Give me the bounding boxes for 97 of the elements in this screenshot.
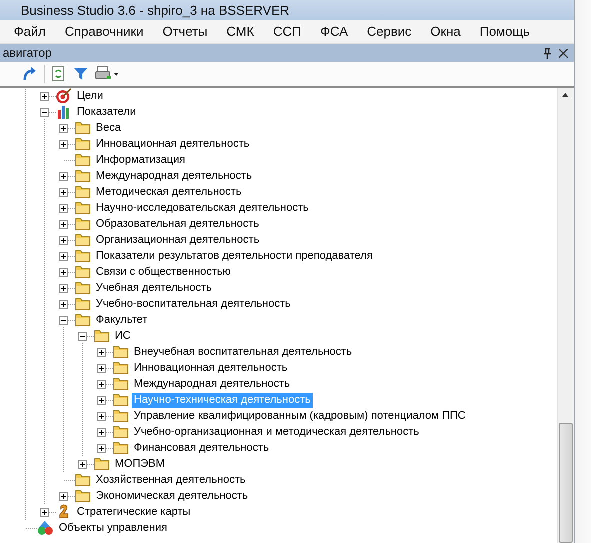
folder-icon — [113, 377, 129, 391]
folder-icon — [75, 297, 91, 311]
tree-item[interactable]: Учебно-воспитательная деятельность — [94, 296, 293, 312]
folder-icon — [75, 281, 91, 295]
collapse-icon[interactable] — [59, 316, 68, 324]
menu-item[interactable]: СМК — [216, 22, 264, 41]
folder-icon — [113, 393, 129, 407]
folder-icon — [75, 313, 91, 327]
expand-icon[interactable] — [59, 140, 68, 148]
expand-icon[interactable] — [97, 348, 106, 356]
expand-icon[interactable] — [59, 220, 68, 228]
folder-icon — [75, 137, 91, 151]
scroll-thumb[interactable] — [559, 423, 573, 543]
folder-icon — [94, 457, 110, 471]
tree-item[interactable]: МОПЭВМ — [113, 456, 168, 472]
tree-item[interactable]: Финансовая деятельность — [132, 440, 272, 456]
tree-item[interactable]: Международная деятельность — [94, 168, 254, 184]
tree-item[interactable]: Организационная деятельность — [94, 232, 262, 248]
tree-item[interactable]: Управление квалифицированным (кадровым) потенциалом ППС — [132, 408, 468, 424]
expand-icon[interactable] — [78, 460, 87, 468]
expand-icon[interactable] — [59, 172, 68, 180]
menu-item[interactable]: ССП — [263, 22, 310, 41]
expand-icon[interactable] — [97, 396, 106, 404]
tree-item[interactable]: Веса — [94, 120, 124, 136]
window-title: Business Studio 3.6 - shpiro_3 на BSSERVER — [21, 2, 290, 18]
folder-icon — [75, 185, 91, 199]
folder-icon — [113, 425, 129, 439]
tree-item[interactable]: Образовательная деятельность — [94, 216, 262, 232]
expand-icon[interactable] — [40, 508, 49, 516]
expand-icon[interactable] — [97, 412, 106, 420]
tree-item[interactable]: Экономическая деятельность — [94, 488, 250, 504]
folder-icon — [75, 265, 91, 279]
tree-item[interactable]: Информатизация — [94, 152, 188, 168]
menu-item[interactable]: Сервис — [357, 22, 421, 41]
scrollbar[interactable] — [557, 88, 574, 543]
folder-icon — [75, 153, 91, 167]
menu-item[interactable]: ФСА — [310, 22, 358, 41]
folder-icon — [113, 345, 129, 359]
menu-item[interactable]: Отчеты — [152, 22, 217, 41]
expand-icon[interactable] — [59, 204, 68, 212]
filter-icon[interactable] — [73, 66, 89, 82]
expand-icon[interactable] — [59, 492, 68, 500]
tree-item[interactable]: Учебно-организационная и методическая деятельность — [132, 424, 422, 440]
collapse-icon[interactable] — [40, 108, 49, 116]
expand-icon[interactable] — [97, 380, 106, 388]
tree-item[interactable]: Связи с общественностью — [94, 264, 234, 280]
expand-icon[interactable] — [97, 364, 106, 372]
close-icon[interactable] — [559, 48, 568, 58]
menu-item[interactable]: Справочники — [54, 22, 153, 41]
expand-icon[interactable] — [59, 124, 68, 132]
tree-item[interactable]: Методическая деятельность — [94, 184, 244, 200]
menu-item[interactable]: Окна — [420, 22, 470, 41]
expand-icon[interactable] — [59, 236, 68, 244]
collapse-icon[interactable] — [78, 332, 87, 340]
tree-item[interactable]: Внеучебная воспитательная деятельность — [132, 344, 354, 360]
tree-item[interactable]: Научно-исследовательская деятельность — [94, 200, 311, 216]
panel-title: авигатор — [3, 46, 52, 60]
expand-icon[interactable] — [40, 92, 49, 100]
expand-icon[interactable] — [59, 268, 68, 276]
folder-icon — [75, 169, 91, 183]
folder-icon — [113, 361, 129, 375]
shapes-icon — [37, 520, 54, 536]
tree-item[interactable]: Стратегические карты — [75, 504, 193, 520]
menu-item[interactable]: Файл — [4, 22, 55, 41]
expand-icon[interactable] — [97, 428, 106, 436]
expand-icon[interactable] — [59, 300, 68, 308]
folder-icon — [75, 233, 91, 247]
folder-icon — [94, 329, 110, 343]
tree-item[interactable]: Факультет — [94, 312, 150, 328]
expand-icon[interactable] — [59, 284, 68, 292]
refresh-icon[interactable] — [51, 66, 67, 82]
tree-item[interactable]: Объекты управления — [57, 520, 170, 536]
tree-item[interactable]: Показатели результатов деятельности преподавателя — [94, 248, 375, 264]
tree-item[interactable]: Показатели — [75, 104, 138, 120]
tree-item[interactable]: ИС — [113, 328, 133, 344]
folder-icon — [75, 217, 91, 231]
tree-item[interactable]: Инновационная деятельность — [132, 360, 290, 376]
tree-item[interactable]: Учебная деятельность — [94, 280, 214, 296]
printer-icon[interactable] — [95, 66, 121, 82]
folder-icon — [75, 489, 91, 503]
tree-item[interactable]: Международная деятельность — [132, 376, 292, 392]
folder-icon — [113, 409, 129, 423]
tree-item[interactable]: Цели — [75, 88, 106, 104]
folder-icon — [75, 201, 91, 215]
tree-item[interactable]: Инновационная деятельность — [94, 136, 252, 152]
folder-icon — [75, 121, 91, 135]
folder-icon — [75, 249, 91, 263]
menu-item[interactable]: Помощь — [470, 22, 540, 41]
tree-item[interactable]: Хозяйственная деятельность — [94, 472, 248, 488]
folder-icon — [75, 473, 91, 487]
expand-icon[interactable] — [59, 252, 68, 260]
pin-icon[interactable] — [544, 48, 551, 58]
expand-icon[interactable] — [97, 444, 106, 452]
bar-chart-icon — [56, 104, 72, 120]
expand-icon[interactable] — [59, 188, 68, 196]
folder-icon — [113, 441, 129, 455]
redo-icon[interactable] — [22, 66, 38, 82]
